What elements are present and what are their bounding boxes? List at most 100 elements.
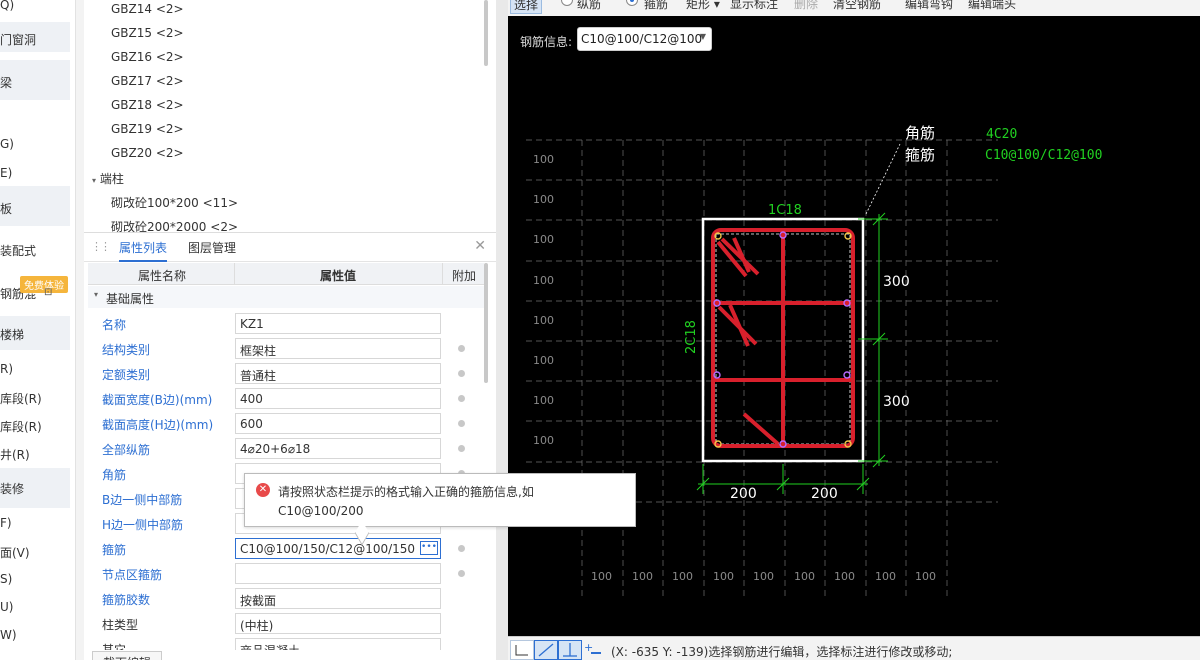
stirrup-radio[interactable] [626,0,638,6]
sidebar-item[interactable]: S) [0,572,70,586]
hook[interactable] [742,412,780,446]
section-edit-button[interactable]: 截面编辑 [92,651,163,660]
section-drawing-canvas[interactable]: 100 100 100 100 100 100 100 100 100 100 100 100 100 1… [508,16,1200,636]
sidebar-item-beam[interactable]: 梁 [0,60,70,100]
sidebar-item-decoration[interactable]: 装修 [0,468,70,508]
orthogonal-icon[interactable] [510,640,534,660]
tree-group-end-column[interactable]: ▾ 端柱 [92,170,124,187]
edit-end-button[interactable]: 编辑端头 [968,0,1016,12]
side-bar-label[interactable]: 2C18 [684,320,699,354]
property-group-basic[interactable]: ▾ 基础属性 [88,286,484,308]
property-value-field[interactable]: 商品混凝土 [235,638,441,650]
stirrups[interactable] [711,228,855,448]
dimension-200-right[interactable]: 200 [811,486,838,502]
tree-item[interactable]: GBZ18 <2> [111,98,184,112]
property-value-field[interactable]: 框架柱 [235,338,441,359]
property-scrollbar[interactable] [484,263,488,383]
drag-handle-icon[interactable]: ⋮⋮ [91,240,111,253]
property-value-field[interactable]: KZ1 [235,313,441,334]
tree-scrollbar[interactable] [484,0,488,66]
tree-item[interactable]: GBZ16 <2> [111,50,184,64]
property-value-field[interactable]: 普通柱 [235,363,441,384]
sidebar-item-slab[interactable]: 板 [0,186,70,226]
attach-radio[interactable] [458,570,465,577]
rebar-info-value: C10@100/C12@100 [581,32,703,46]
corner-value-label[interactable]: 4C20 [986,127,1017,142]
sidebar-item[interactable]: R) [0,362,70,376]
attach-radio[interactable] [458,445,465,452]
sidebar-item[interactable]: U) [0,600,70,614]
sidebar-item[interactable]: Q) [0,0,70,12]
stirrup-value-field[interactable]: C10@100/150/C12@100/150 ••• [235,538,441,559]
dimension-300-lower[interactable]: 300 [883,394,910,410]
sidebar-item-door-window[interactable]: 门窗洞 [0,22,70,52]
sidebar-item[interactable]: G) [0,137,70,151]
attach-radio[interactable] [458,420,465,427]
property-value-field[interactable]: 400 [235,388,441,409]
collapse-icon[interactable]: ▾ [94,290,98,299]
property-value-field[interactable]: (中柱) [235,613,441,634]
callout-corner-label[interactable]: 角筋 [905,124,935,142]
tree-item[interactable]: GBZ20 <2> [111,146,184,160]
top-bar-label[interactable]: 1C18 [768,203,802,218]
more-icon[interactable]: ••• [420,541,438,555]
property-name: 截面宽度(B边)(mm) [102,393,213,407]
attach-radio[interactable] [458,345,465,352]
sidebar-item-stairs[interactable]: 楼梯 [0,316,70,350]
panel-splitter[interactable] [496,0,508,660]
attach-radio[interactable] [458,395,465,402]
tree-item[interactable]: 砌改砼200*2000 <2> [111,218,238,232]
sidebar-item[interactable]: 库段(R) [0,390,70,407]
tree-item[interactable]: GBZ14 <2> [111,2,184,16]
tree-item[interactable]: GBZ19 <2> [111,122,184,136]
perpendicular-icon[interactable] [558,640,582,660]
property-name: 角筋 [102,468,127,482]
select-button[interactable]: 选择 [510,0,543,14]
edit-hook-button[interactable]: 编辑弯钩 [905,0,953,12]
sidebar-item[interactable]: 井(R) [0,446,70,463]
sidebar-item-prefab[interactable]: 装配式 [0,242,70,259]
stirrup-label[interactable]: 箍筋 [644,0,668,12]
property-name: 箍筋胶数 [102,593,151,607]
show-dimension-button[interactable]: 显示标注 [730,0,778,12]
rebar-info-dropdown[interactable]: C10@100/C12@100 ▼ [577,27,712,51]
attach-radio[interactable] [458,545,465,552]
property-name: 箍筋 [102,543,127,557]
delete-button[interactable]: 删除 [794,0,818,12]
sidebar-item[interactable]: W) [0,628,70,642]
side-bar[interactable] [843,371,851,379]
tree-item[interactable]: GBZ17 <2> [111,74,184,88]
close-icon[interactable]: ✕ [474,238,486,254]
stirrup-value-label[interactable]: C10@100/C12@100 [985,148,1102,163]
clear-rebar-button[interactable]: 清空钢筋 [833,0,881,12]
property-value-field[interactable]: 4⌀20+6⌀18 [235,438,441,459]
collapse-icon[interactable]: ▾ [92,176,96,185]
sidebar-item[interactable]: F) [0,516,70,530]
longitudinal-radio[interactable] [561,0,573,6]
sidebar-item[interactable]: 库段(R) [0,418,70,435]
hook[interactable] [728,304,750,347]
sidebar-item[interactable]: 面(V) [0,544,70,561]
pin-icon[interactable]: ⊡ [44,287,52,298]
dimension-200-left[interactable]: 200 [730,486,757,502]
property-panel: ⋮⋮ 属性列表 图层管理 ✕ 属性名称 属性值 附加 ▾ 基础属性 名称 KZ1… [84,232,496,660]
property-value-field[interactable]: 按截面 [235,588,441,609]
property-row: 节点区箍筋 [88,561,484,586]
component-tree: GBZ14 <2> GBZ15 <2> GBZ16 <2> GBZ17 <2> … [84,0,496,232]
chevron-down-icon[interactable]: ▼ [700,32,706,41]
status-message: (X: -635 Y: -139)选择钢筋进行编辑，选择标注进行修改或移动; [611,645,953,659]
property-value-field[interactable] [235,563,441,584]
angle-snap-icon[interactable] [534,640,558,660]
tab-property-list[interactable]: 属性列表 [119,239,168,262]
dimension-add-icon[interactable]: + [582,640,606,660]
tree-item[interactable]: 砌改砼100*200 <11> [111,194,238,211]
sidebar-item[interactable]: E) [0,166,70,180]
shape-dropdown[interactable]: 矩形 ▾ [686,0,720,12]
attach-radio[interactable] [458,370,465,377]
dimension-300-upper[interactable]: 300 [883,274,910,290]
property-value-field[interactable]: 600 [235,413,441,434]
callout-stirrup-label[interactable]: 箍筋 [905,146,935,164]
tree-item[interactable]: GBZ15 <2> [111,26,184,40]
longitudinal-label[interactable]: 纵筋 [577,0,601,12]
tab-layer-management[interactable]: 图层管理 [188,239,236,256]
